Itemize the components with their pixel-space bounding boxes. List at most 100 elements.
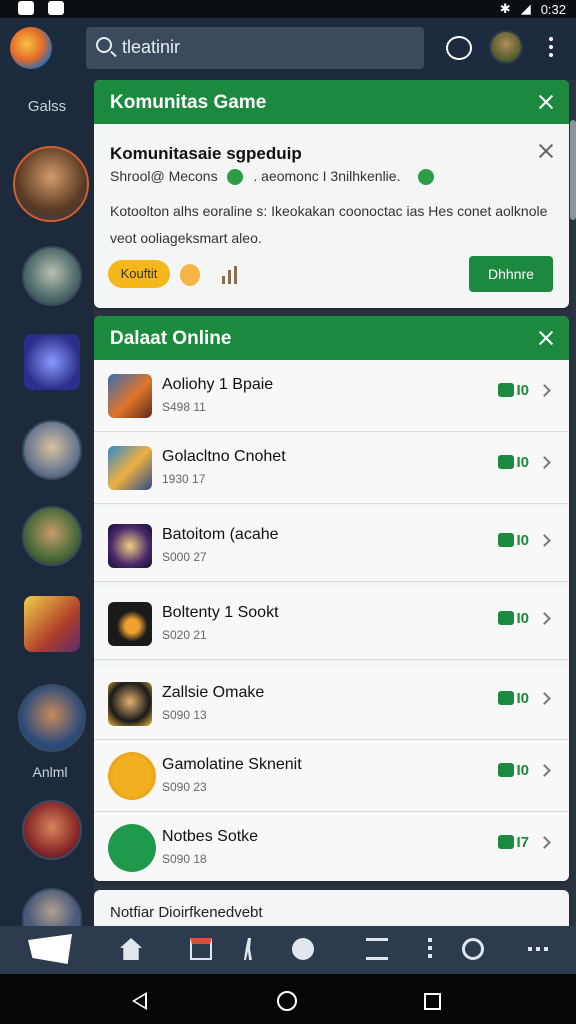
players-icon [498,611,515,625]
verified-icon [418,169,435,186]
xbox-icon [48,1,64,15]
sidebar-avatar-3[interactable] [22,420,82,480]
home-button-icon[interactable] [277,991,297,1011]
recents-icon[interactable] [424,993,441,1010]
back-icon[interactable] [132,992,147,1010]
figure-icon[interactable] [244,938,252,960]
sidebar-avatar-6[interactable] [22,800,82,860]
player-count: I0 [498,610,529,627]
list-item-title: Gamolatine Sknenit [162,756,302,773]
notification-card: Komunitas Game Komunitasaie sgpeduip Shr… [94,80,569,308]
list-item-title: Boltenty 1 Sookt [162,604,279,621]
sidebar-avatar-5[interactable] [18,684,86,752]
list-item-meta: S090 23 [162,780,207,794]
sidebar-avatar-4[interactable] [22,506,82,566]
scrollbar[interactable] [570,120,576,220]
sidebar-avatar-7[interactable] [22,888,82,928]
notification-header: Komunitas Game [94,80,569,124]
player-count: I0 [498,762,529,779]
sidebar-footer-label: Anlml [32,764,68,780]
search-icon [96,37,112,53]
players-icon [498,455,515,469]
online-header: Dalaat Online [94,316,569,360]
notification-title: Komunitasaie sgpeduip [110,144,302,163]
more-horizontal-icon[interactable] [528,947,550,951]
verified-icon [227,169,244,186]
list-item-title: Batoitom (acahe [162,526,279,543]
notification-source: Shrool@ Mecons [110,168,218,184]
chevron-right-icon [538,534,551,547]
player-count: I0 [498,690,529,707]
top-bar: tleatinir [0,18,576,80]
notification-header-title: Komunitas Game [110,92,267,113]
list-item[interactable]: Aoliohy 1 Bpaie S498 11 I0 [94,360,569,432]
list-item[interactable]: Notbes Sotke S090 18 I7 [94,812,569,881]
list-item-meta: S020 21 [162,628,207,642]
list-item[interactable]: Zallsie Omake S090 13 I0 [94,668,569,740]
close-icon[interactable] [537,93,555,111]
app-logo[interactable] [10,27,52,69]
players-icon [498,533,515,547]
list-item-title: Notbes Sotke [162,828,259,845]
list-item-meta: S090 18 [162,852,207,866]
list-item[interactable]: Gamolatine Sknenit S090 23 I0 [94,740,569,812]
game-thumbnail [108,824,156,872]
sidebar-game-2[interactable] [24,596,80,652]
chevron-right-icon [538,612,551,625]
more-options-icon[interactable] [545,35,557,61]
status-time: 0:32 [540,1,566,17]
list-item-meta: 1930 17 [162,472,206,486]
list-item-title: Zallsie Omake [162,684,265,701]
action-button[interactable]: Dhhnre [469,256,553,292]
user-avatar[interactable] [489,30,523,64]
search-input[interactable]: tleatinir [86,27,424,69]
main-content: Komunitas Game Komunitasaie sgpeduip Shr… [94,80,576,926]
sidebar: Galss Anlml [0,80,94,928]
list-item[interactable]: Golacltno Cnohet 1930 17 I0 [94,432,569,504]
players-icon [498,763,515,777]
online-card: Dalaat Online Aoliohy 1 Bpaie S498 11 I0… [94,316,569,881]
status-bar: ✱ ◢ 0:32 [0,0,576,18]
list-item-title: Golacltno Cnohet [162,448,286,465]
footer-card[interactable]: Notfiar Dioirfkenedvebt [94,890,569,926]
chevron-right-icon [538,456,551,469]
emoji-icon[interactable] [180,264,200,286]
sidebar-avatar-1[interactable] [13,146,89,222]
player-count: I7 [498,834,529,851]
bluetooth-icon: ✱ [499,1,511,16]
sidebar-avatar-2[interactable] [22,246,82,306]
list-item[interactable]: Boltenty 1 Sookt S020 21 I0 [94,588,569,660]
chevron-right-icon [538,384,551,397]
chevron-right-icon [538,692,551,705]
player-count: I0 [498,454,529,471]
list-item[interactable]: Batoitom (acahe S000 27 I0 [94,510,569,582]
players-icon [498,691,515,705]
online-header-title: Dalaat Online [110,328,232,349]
notification-body: Kotoolton alhs eoraline s: Ikeokakan coo… [110,203,548,246]
inbox-icon[interactable] [190,938,212,960]
home-icon[interactable] [120,938,142,960]
list-item-title: Aoliohy 1 Bpaie [162,376,274,393]
brand-logo-icon[interactable] [28,934,72,964]
help-icon[interactable] [462,938,484,960]
chat-icon[interactable] [446,36,472,60]
dismiss-icon[interactable] [537,142,555,160]
more-vertical-icon[interactable] [428,938,432,960]
sidebar-game-1[interactable] [24,334,80,390]
notification-detail: . aeomonc I 3nilhkenlie. [253,168,401,184]
tag-pill[interactable]: Kouftit [108,260,170,288]
wifi-icon: ◢ [520,1,531,16]
filter-icon[interactable] [366,938,388,960]
chat-bubble-icon[interactable] [292,938,314,960]
notification-subtitle: Shrool@ Mecons . aeomonc I 3nilhkenlie. [110,168,440,186]
bottom-nav [0,926,576,974]
chevron-right-icon [538,836,551,849]
list-item-meta: S090 13 [162,708,207,722]
close-icon[interactable] [537,329,555,347]
stats-icon [222,266,240,289]
system-nav-bar [0,974,576,1024]
footer-card-title: Notfiar Dioirfkenedvebt [110,904,263,921]
game-thumbnail [108,752,156,800]
game-thumbnail [108,602,152,646]
notification-icon [18,1,34,15]
